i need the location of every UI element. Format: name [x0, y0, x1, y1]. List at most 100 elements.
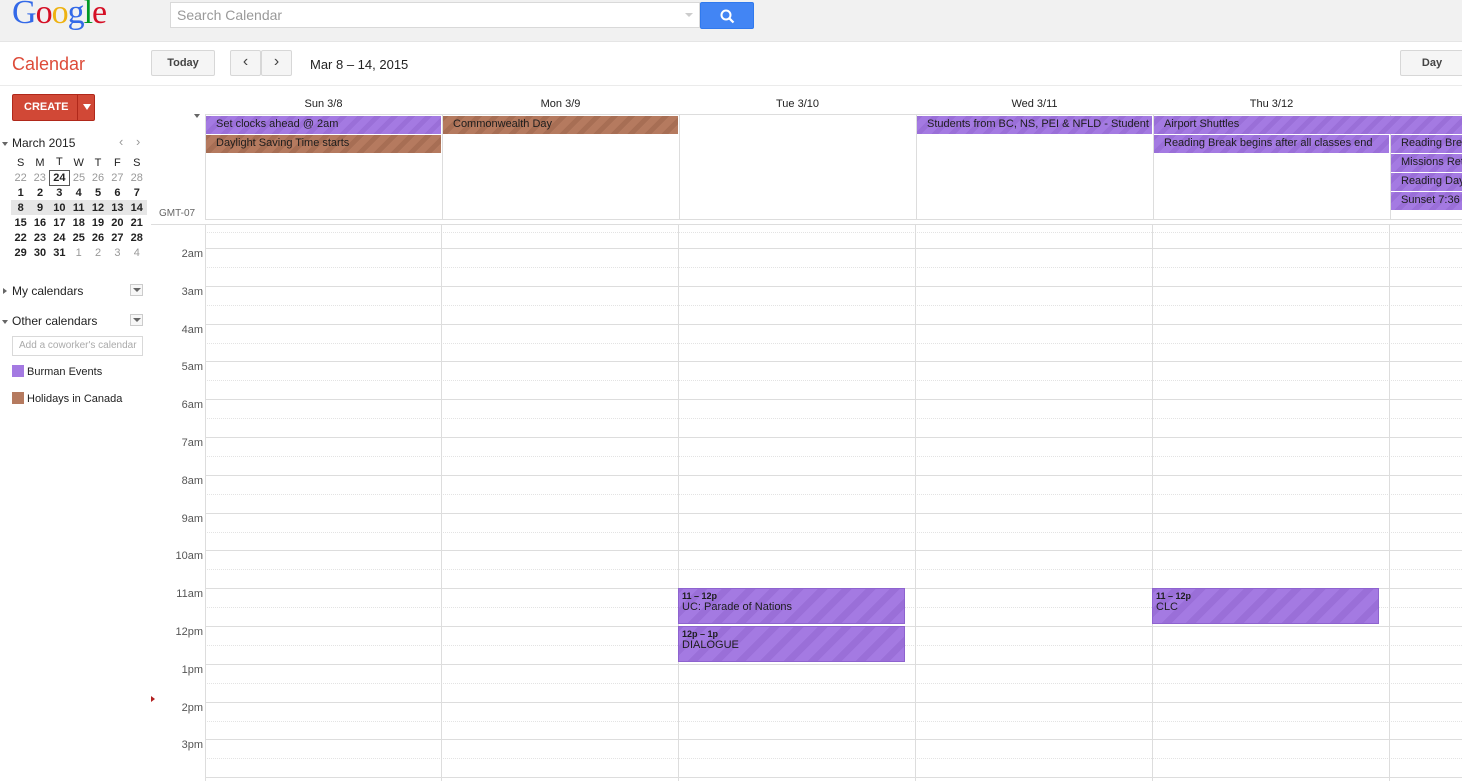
next-week-button[interactable]: › — [261, 50, 292, 76]
event-title: UC: Parade of Nations — [682, 601, 793, 613]
mini-day[interactable]: 30 — [30, 245, 49, 260]
mini-day[interactable]: 27 — [108, 170, 127, 185]
day-view-button[interactable]: Day — [1400, 50, 1462, 76]
mini-day[interactable]: 2 — [88, 245, 107, 260]
event-sunset[interactable]: Sunset 7:36 — [1391, 192, 1462, 210]
mini-day-selected-week[interactable]: 12 — [88, 200, 108, 215]
mini-day[interactable]: 23 — [30, 170, 49, 185]
search-options-caret-icon[interactable] — [685, 13, 693, 17]
mini-day[interactable]: 29 — [11, 245, 30, 260]
mini-day[interactable]: 20 — [108, 215, 127, 230]
mini-day[interactable]: 21 — [127, 215, 146, 230]
calendar-item-burman-events[interactable]: Burman Events — [12, 365, 102, 378]
mini-day[interactable]: 25 — [69, 230, 88, 245]
mini-day-selected-week[interactable]: 10 — [49, 200, 70, 215]
today-button[interactable]: Today — [151, 50, 215, 76]
mini-day-selected-week[interactable]: 13 — [107, 200, 128, 215]
hours-area[interactable] — [151, 224, 1462, 781]
mini-day-selected-week[interactable]: 9 — [30, 200, 50, 215]
hour-label: 11am — [176, 588, 203, 600]
half-hour-line — [205, 343, 1462, 344]
mini-day-today[interactable]: 24 — [49, 169, 70, 186]
create-button[interactable]: CREATE — [12, 94, 95, 121]
other-calendars-menu-icon[interactable] — [130, 314, 143, 326]
create-label: CREATE — [24, 101, 69, 113]
mini-day[interactable]: 1 — [11, 185, 30, 200]
dow-label: W — [73, 156, 84, 169]
mini-next-month-icon[interactable]: › — [136, 134, 140, 149]
event-dialogue[interactable]: 12p – 1p DIALOGUE — [678, 626, 905, 662]
day-header-tue[interactable]: Tue 3/10 — [679, 98, 916, 110]
half-hour-line — [205, 380, 1462, 381]
mini-day[interactable]: 26 — [88, 170, 107, 185]
mini-day[interactable]: 7 — [127, 185, 146, 200]
allday-expand-icon[interactable] — [194, 114, 200, 118]
mini-day[interactable]: 24 — [50, 230, 69, 245]
half-hour-line — [205, 267, 1462, 268]
mini-day[interactable]: 19 — [88, 215, 107, 230]
collapse-mini-calendar-icon[interactable] — [2, 142, 8, 146]
mini-day[interactable]: 23 — [30, 230, 49, 245]
mini-day-selected-week[interactable]: 8 — [11, 200, 31, 215]
mini-day[interactable]: 16 — [30, 215, 49, 230]
mini-day[interactable]: 27 — [108, 230, 127, 245]
mini-day[interactable]: 22 — [11, 170, 30, 185]
mini-calendar-title: March 2015 — [12, 136, 76, 150]
expand-my-calendars-icon[interactable] — [3, 288, 7, 294]
other-calendars-toggle[interactable]: Other calendars — [12, 314, 97, 328]
event-reading-break-begins[interactable]: Reading Break begins after all classes e… — [1154, 135, 1389, 153]
event-reading-break[interactable]: Reading Brea — [1391, 135, 1462, 153]
coworker-calendar-input[interactable]: Add a coworker's calendar — [12, 336, 143, 356]
mini-day[interactable]: 3 — [50, 185, 69, 200]
mini-day[interactable]: 25 — [69, 170, 88, 185]
search-button[interactable] — [700, 2, 754, 29]
mini-day[interactable]: 15 — [11, 215, 30, 230]
chevron-right-icon: › — [273, 53, 280, 70]
mini-day[interactable]: 28 — [127, 230, 146, 245]
event-clc[interactable]: 11 – 12p CLC — [1152, 588, 1379, 624]
day-header-sun[interactable]: Sun 3/8 — [205, 98, 442, 110]
my-calendars-toggle[interactable]: My calendars — [12, 284, 83, 298]
mini-day[interactable]: 22 — [11, 230, 30, 245]
calendar-item-holidays-in-canada[interactable]: Holidays in Canada — [12, 392, 122, 405]
event-title: DIALOGUE — [682, 639, 739, 651]
hour-label: 2pm — [181, 702, 203, 714]
event-parade-of-nations[interactable]: 11 – 12p UC: Parade of Nations — [678, 588, 905, 624]
search-input[interactable]: Search Calendar — [170, 2, 700, 28]
day-header-mon[interactable]: Mon 3/9 — [442, 98, 679, 110]
calendar-color-swatch — [12, 365, 24, 377]
collapse-other-calendars-icon[interactable] — [2, 320, 8, 324]
mini-day[interactable]: 4 — [127, 245, 146, 260]
day-header-thu[interactable]: Thu 3/12 — [1153, 98, 1390, 110]
day-header-wed[interactable]: Wed 3/11 — [916, 98, 1153, 110]
event-students-from-bc[interactable]: Students from BC, NS, PEI & NFLD - Stude… — [917, 116, 1152, 134]
my-calendars-menu-icon[interactable] — [130, 284, 143, 296]
event-airport-shuttles[interactable]: Airport Shuttles — [1154, 116, 1462, 134]
prev-week-button[interactable]: ‹ — [230, 50, 261, 76]
mini-day-selected-week[interactable]: 14 — [127, 200, 147, 215]
mini-day[interactable]: 26 — [88, 230, 107, 245]
mini-day[interactable]: 3 — [108, 245, 127, 260]
event-commonwealth-day[interactable]: Commonwealth Day — [443, 116, 678, 134]
event-reading-day[interactable]: Reading Day — [1391, 173, 1462, 191]
event-set-clocks[interactable]: Set clocks ahead @ 2am — [206, 116, 441, 134]
mini-prev-month-icon[interactable]: ‹ — [119, 134, 123, 149]
mini-day[interactable]: 6 — [108, 185, 127, 200]
event-missions-retreat[interactable]: Missions Retr — [1391, 154, 1462, 172]
mini-day[interactable]: 28 — [127, 170, 146, 185]
mini-day[interactable]: 17 — [50, 215, 69, 230]
event-dst-starts[interactable]: Daylight Saving Time starts — [206, 135, 441, 153]
create-dropdown-icon[interactable] — [83, 104, 91, 110]
day-column-divider — [1389, 224, 1390, 781]
mini-day[interactable]: 31 — [50, 245, 69, 260]
dow-label: M — [35, 156, 45, 169]
mini-day[interactable]: 2 — [30, 185, 49, 200]
mini-day-selected-week[interactable]: 11 — [69, 200, 89, 215]
mini-day[interactable]: 4 — [69, 185, 88, 200]
hour-label: 4am — [181, 324, 203, 336]
event-time: 12p – 1p — [682, 629, 719, 639]
google-logo[interactable]: Google — [12, 0, 107, 32]
mini-day[interactable]: 1 — [69, 245, 88, 260]
mini-day[interactable]: 18 — [69, 215, 88, 230]
mini-day[interactable]: 5 — [88, 185, 107, 200]
